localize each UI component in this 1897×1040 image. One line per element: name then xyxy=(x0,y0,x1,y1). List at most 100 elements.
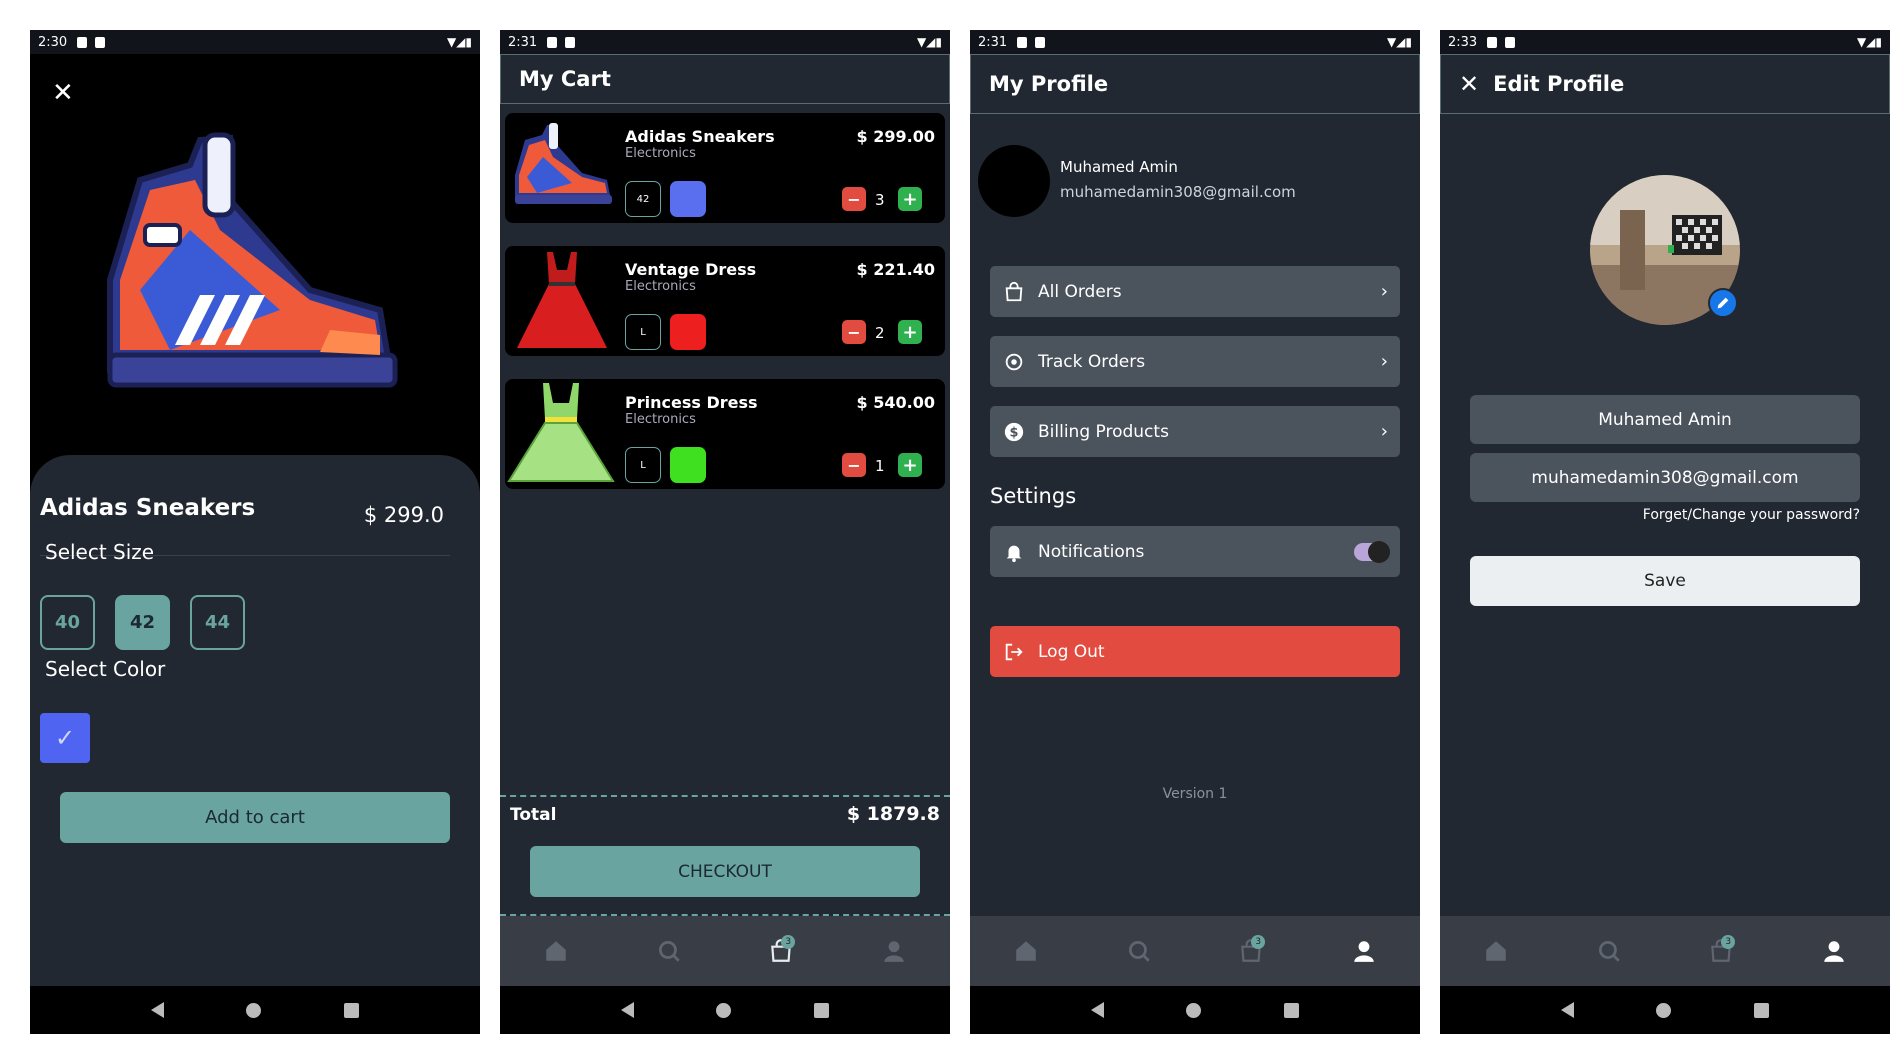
shield-icon xyxy=(1017,36,1028,48)
increase-button[interactable]: + xyxy=(898,187,922,211)
recents-icon[interactable] xyxy=(1283,1002,1299,1018)
close-icon[interactable]: ✕ xyxy=(1459,70,1479,98)
item-size: L xyxy=(625,314,661,350)
item-category: Electronics xyxy=(625,146,696,161)
home-circle-icon[interactable] xyxy=(1656,1002,1672,1018)
back-icon[interactable] xyxy=(151,1002,165,1018)
avatar[interactable] xyxy=(978,145,1050,217)
item-price: $ 540.00 xyxy=(856,393,935,412)
menu-all-orders[interactable]: All Orders › xyxy=(990,266,1400,317)
size-options: 40 42 44 xyxy=(40,595,245,650)
add-to-cart-button[interactable]: Add to cart xyxy=(60,792,450,843)
size-option-40[interactable]: 40 xyxy=(40,595,95,650)
cart-screen: 2:31 ▼◢▮ My Cart Adidas Sneakers Electro… xyxy=(500,30,950,1034)
increase-button[interactable]: + xyxy=(898,320,922,344)
settings-heading: Settings xyxy=(990,484,1077,508)
decrease-button[interactable]: − xyxy=(842,320,866,344)
svg-text:$: $ xyxy=(1010,425,1019,440)
decrease-button[interactable]: − xyxy=(842,453,866,477)
home-circle-icon[interactable] xyxy=(246,1002,262,1018)
save-button[interactable]: Save xyxy=(1470,556,1860,606)
edit-photo-button[interactable] xyxy=(1708,288,1738,318)
back-icon[interactable] xyxy=(1091,1002,1105,1018)
checkout-button[interactable]: CHECKOUT xyxy=(530,846,920,897)
cart-item[interactable]: Adidas Sneakers Electronics $ 299.00 42 … xyxy=(505,113,945,223)
close-icon[interactable]: ✕ xyxy=(52,78,74,108)
home-icon xyxy=(1486,941,1506,961)
menu-track-orders[interactable]: Track Orders › xyxy=(990,336,1400,387)
product-detail-screen: 2:30 ▼◢▮ ✕ Adidas Sneakers $ 299.0 Selec… xyxy=(30,30,480,1034)
profile-name: Muhamed Amin xyxy=(1060,158,1178,176)
select-size-label: Select Size xyxy=(45,540,155,564)
menu-billing-products[interactable]: $ Billing Products › xyxy=(990,406,1400,457)
sd-card-icon xyxy=(95,36,106,48)
recents-icon[interactable] xyxy=(1753,1002,1769,1018)
system-nav xyxy=(1440,986,1890,1034)
item-category: Electronics xyxy=(625,412,696,427)
color-option-blue[interactable]: ✓ xyxy=(40,713,90,763)
edit-profile-screen: 2:33 ▼◢▮ ✕ Edit Profile Muhamed Amin muh… xyxy=(1440,30,1890,1034)
home-icon xyxy=(1016,941,1036,961)
pencil-icon xyxy=(1717,297,1729,309)
nav-profile[interactable] xyxy=(1814,931,1854,971)
person-icon xyxy=(1824,941,1844,962)
nav-search[interactable] xyxy=(1119,931,1159,971)
item-size: L xyxy=(625,447,661,483)
nav-search[interactable] xyxy=(1589,931,1629,971)
search-icon xyxy=(1598,940,1620,962)
home-circle-icon[interactable] xyxy=(716,1002,732,1018)
person-icon xyxy=(1354,941,1374,962)
profile-screen: 2:31 ▼◢▮ My Profile Muhamed Amin muhamed… xyxy=(970,30,1420,1034)
home-icon xyxy=(546,941,566,961)
forgot-password-link[interactable]: Forget/Change your password? xyxy=(1643,507,1860,523)
size-option-42[interactable]: 42 xyxy=(115,595,170,650)
sd-card-icon xyxy=(1035,36,1046,48)
nav-profile[interactable] xyxy=(874,931,914,971)
app-bar: ✕ Edit Profile xyxy=(1440,54,1890,114)
page-title: My Cart xyxy=(519,67,611,91)
bell-icon xyxy=(1002,540,1026,564)
nav-cart[interactable]: 3 xyxy=(1231,931,1271,971)
increase-button[interactable]: + xyxy=(898,453,922,477)
logout-button[interactable]: Log Out xyxy=(990,626,1400,677)
cart-item[interactable]: Princess Dress Electronics $ 540.00 L − … xyxy=(505,379,945,489)
notifications-toggle[interactable] xyxy=(1354,540,1390,563)
nav-home[interactable] xyxy=(1476,931,1516,971)
item-quantity: 1 xyxy=(875,457,885,475)
home-circle-icon[interactable] xyxy=(1186,1002,1202,1018)
select-color-label: Select Color xyxy=(45,657,166,681)
notifications-row[interactable]: Notifications xyxy=(990,526,1400,577)
item-size: 42 xyxy=(625,181,661,217)
cart-item[interactable]: Ventage Dress Electronics $ 221.40 L − 2… xyxy=(505,246,945,356)
size-option-44[interactable]: 44 xyxy=(190,595,245,650)
notifications-label: Notifications xyxy=(1038,541,1145,562)
status-time: 2:31 xyxy=(508,34,538,50)
nav-cart[interactable]: 3 xyxy=(1701,931,1741,971)
back-icon[interactable] xyxy=(621,1002,635,1018)
app-bar: My Profile xyxy=(970,54,1420,114)
system-nav xyxy=(970,986,1420,1034)
nav-profile[interactable] xyxy=(1344,931,1384,971)
item-quantity: 2 xyxy=(875,324,885,342)
sd-card-icon xyxy=(1505,36,1516,48)
name-field[interactable]: Muhamed Amin xyxy=(1470,395,1860,444)
bottom-nav: 3 xyxy=(500,916,950,986)
item-color xyxy=(670,447,706,483)
email-field[interactable]: muhamedamin308@gmail.com xyxy=(1470,453,1860,502)
person-icon xyxy=(884,941,904,962)
menu-label: Track Orders xyxy=(1038,351,1146,372)
nav-home[interactable] xyxy=(1006,931,1046,971)
shield-icon xyxy=(547,36,558,48)
green-dress-thumbnail xyxy=(507,383,615,482)
bottom-nav: 3 xyxy=(1440,916,1890,986)
nav-home[interactable] xyxy=(536,931,576,971)
recents-icon[interactable] xyxy=(813,1002,829,1018)
decrease-button[interactable]: − xyxy=(842,187,866,211)
nav-search[interactable] xyxy=(649,931,689,971)
recents-icon[interactable] xyxy=(343,1002,359,1018)
app-bar: My Cart xyxy=(500,54,950,104)
back-icon[interactable] xyxy=(1561,1002,1575,1018)
item-price: $ 299.00 xyxy=(856,127,935,146)
total-section: Total $ 1879.8 CHECKOUT xyxy=(500,795,950,916)
nav-cart[interactable]: 3 xyxy=(761,931,801,971)
